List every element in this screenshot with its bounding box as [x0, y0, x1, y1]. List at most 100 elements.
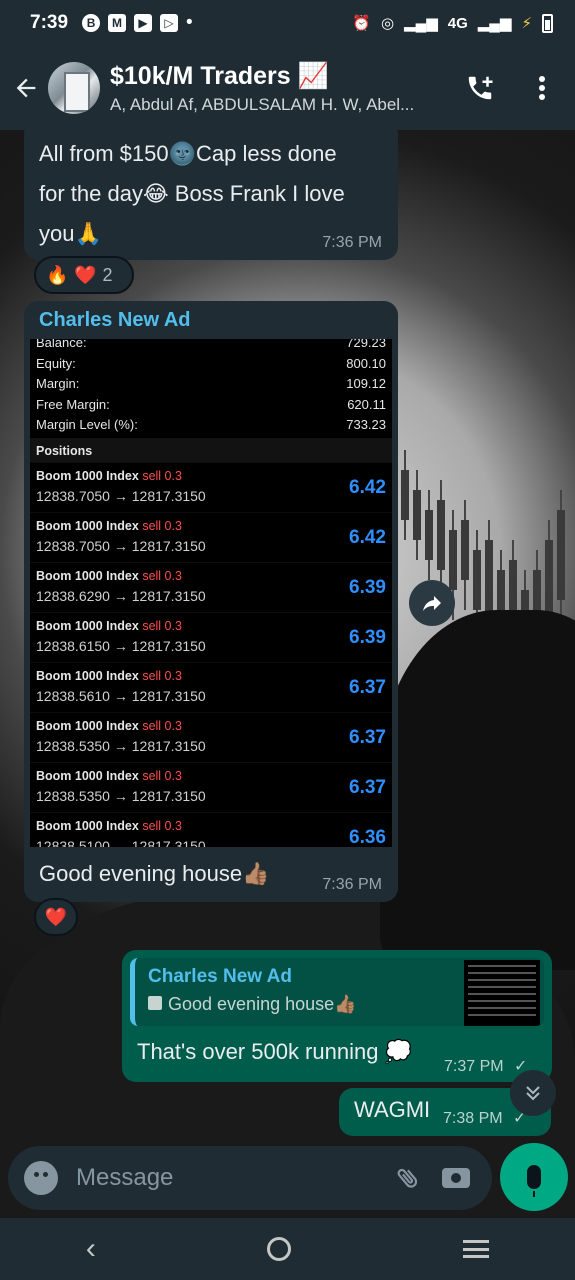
- add-call-icon[interactable]: [460, 68, 500, 108]
- account-label: Margin Level (%):: [36, 417, 138, 432]
- position-side: sell 0.3: [142, 768, 182, 783]
- hotspot-icon: ◎: [380, 15, 395, 32]
- reaction-emojis: 🔥 ❤️: [46, 264, 97, 286]
- position-title: Boom 1000 Index sell 0.3: [36, 719, 386, 733]
- network-type: 4G: [447, 14, 468, 32]
- quote-text: Good evening house👍🏽: [148, 994, 357, 1015]
- emoji-icon[interactable]: [24, 1161, 58, 1195]
- more-options-icon[interactable]: [522, 68, 562, 108]
- position-symbol: Boom 1000 Index: [36, 518, 139, 533]
- account-row: Equity: 800.10: [30, 354, 392, 375]
- position-side: sell 0.3: [142, 818, 182, 833]
- data-saver-icon: ⚡: [521, 15, 532, 32]
- nav-recents-icon[interactable]: [463, 1240, 490, 1258]
- position-prices: 12838.6290 → 12817.3150: [36, 587, 206, 604]
- group-info[interactable]: $10k/M Traders 📈 A, Abdul Af, ABDULSALAM…: [110, 62, 450, 115]
- position-profit: 6.37: [349, 726, 386, 748]
- scroll-to-bottom-button[interactable]: [510, 1070, 556, 1116]
- trading-screenshot[interactable]: Balance: 729.23 Equity: 800.10 Margin: 109.…: [30, 339, 392, 847]
- position-side: sell 0.3: [142, 718, 182, 733]
- position-prices: 12838.5350 → 12817.3150: [36, 787, 206, 804]
- account-label: Margin:: [36, 376, 80, 391]
- position-side: sell 0.3: [142, 518, 182, 533]
- position-row: Boom 1000 Index sell 0.3 12838.6150 → 12…: [30, 611, 392, 662]
- account-value: 729.23: [346, 339, 386, 350]
- message-time: 7:36 PM: [322, 876, 382, 893]
- position-row: Boom 1000 Index sell 0.3 12838.7050 → 12…: [30, 461, 392, 512]
- outgoing-reply-message[interactable]: Charles New Ad Good evening house👍🏽 That…: [122, 950, 552, 1082]
- quote-thumbnail: [464, 960, 540, 1026]
- positions-header: Positions: [30, 437, 392, 462]
- message-input[interactable]: Message: [76, 1164, 388, 1192]
- double-chevron-down-icon: [526, 1086, 540, 1101]
- position-title: Boom 1000 Index sell 0.3: [36, 769, 386, 783]
- position-profit: 6.39: [349, 576, 386, 598]
- position-row: Boom 1000 Index sell 0.3 12838.7050 → 12…: [30, 511, 392, 562]
- group-avatar[interactable]: [48, 62, 100, 114]
- quote-caption: Good evening house👍🏽: [168, 994, 357, 1014]
- position-profit: 6.39: [349, 626, 386, 648]
- position-symbol: Boom 1000 Index: [36, 468, 139, 483]
- incoming-message[interactable]: All from $150🌚Cap less done for the day😂…: [24, 130, 398, 260]
- chat-area[interactable]: All from $150🌚Cap less done for the day😂…: [0, 130, 575, 1218]
- quoted-message[interactable]: Charles New Ad Good evening house👍🏽: [130, 958, 544, 1026]
- chat-header: $10k/M Traders 📈 A, Abdul Af, ABDULSALAM…: [0, 46, 575, 130]
- position-side: sell 0.3: [142, 668, 182, 683]
- status-time: 7:39: [30, 12, 69, 33]
- group-title: $10k/M Traders 📈: [110, 61, 329, 90]
- message-input-box[interactable]: Message: [8, 1146, 492, 1210]
- attach-icon[interactable]: [388, 1158, 428, 1198]
- message-text: WAGMI: [354, 1097, 431, 1122]
- position-title: Boom 1000 Index sell 0.3: [36, 519, 386, 533]
- voice-record-button[interactable]: [500, 1143, 568, 1211]
- camera-icon[interactable]: [436, 1158, 476, 1198]
- b-app-icon: B: [82, 14, 101, 32]
- forward-icon[interactable]: [409, 580, 455, 626]
- account-value: 109.12: [346, 376, 386, 391]
- nav-home-icon[interactable]: [267, 1237, 292, 1261]
- account-label: Free Margin:: [36, 396, 110, 412]
- signal-icon: ▂▄▆: [404, 15, 438, 32]
- image-caption: Good evening house👍🏽: [39, 861, 270, 886]
- back-arrow-icon[interactable]: [4, 66, 48, 110]
- position-row: Boom 1000 Index sell 0.3 12838.5100 → 12…: [30, 811, 392, 847]
- message-time: 7:37 PM: [444, 1058, 504, 1075]
- nav-back-icon[interactable]: ‹: [86, 1232, 96, 1266]
- reactions-pill[interactable]: 🔥 ❤️ 2: [34, 256, 134, 294]
- mic-icon: [527, 1165, 541, 1197]
- message-text: That's over 500k running 💭: [137, 1039, 412, 1064]
- youtube-icon: ▶: [134, 14, 153, 32]
- reactions-pill[interactable]: ❤️: [34, 898, 78, 936]
- message-line: for the day😂 Boss Frank I love: [39, 181, 345, 206]
- position-row: Boom 1000 Index sell 0.3 12838.5350 → 12…: [30, 761, 392, 812]
- position-prices: 12838.5350 → 12817.3150: [36, 737, 206, 754]
- group-members: A, Abdul Af, ABDULSALAM H. W, Abel...: [110, 94, 415, 114]
- signal2-icon: ▂▄▆: [477, 15, 512, 32]
- position-prices: 12838.6150 → 12817.3150: [36, 637, 206, 654]
- account-row: Balance: 729.23: [30, 339, 392, 354]
- wallpaper-silhouette: [380, 610, 575, 970]
- position-title: Boom 1000 Index sell 0.3: [36, 569, 386, 583]
- position-title: Boom 1000 Index sell 0.3: [36, 469, 386, 483]
- position-side: sell 0.3: [142, 468, 182, 483]
- account-label: Equity:: [36, 355, 76, 371]
- composer: Message: [0, 1140, 575, 1218]
- reaction-count: 2: [102, 264, 113, 285]
- position-symbol: Boom 1000 Index: [36, 618, 139, 633]
- position-title: Boom 1000 Index sell 0.3: [36, 819, 386, 833]
- gmail-icon: M: [108, 14, 127, 32]
- position-prices: 12838.5610 → 12817.3150: [36, 687, 206, 704]
- message-time: 7:36 PM: [322, 234, 382, 251]
- notification-icons: B M ▶ ▷ •: [82, 12, 193, 34]
- message-time: 7:38 PM: [443, 1110, 503, 1127]
- incoming-image-message[interactable]: Charles New Ad Balance: 729.23 Equity: 800…: [24, 301, 398, 902]
- account-row: Margin: 109.12: [30, 374, 392, 395]
- alarm-icon: ⏰: [352, 15, 371, 32]
- account-value: 620.11: [347, 396, 386, 412]
- account-row: Free Margin: 620.11: [30, 395, 392, 416]
- position-row: Boom 1000 Index sell 0.3 12838.6290 → 12…: [30, 561, 392, 612]
- play-icon: ▷: [160, 14, 179, 32]
- position-prices: 12838.7050 → 12817.3150: [36, 487, 206, 504]
- system-icons: ⏰ ◎ ▂▄▆ 4G ▂▄▆ ⚡: [352, 13, 553, 33]
- battery-icon: [542, 13, 553, 33]
